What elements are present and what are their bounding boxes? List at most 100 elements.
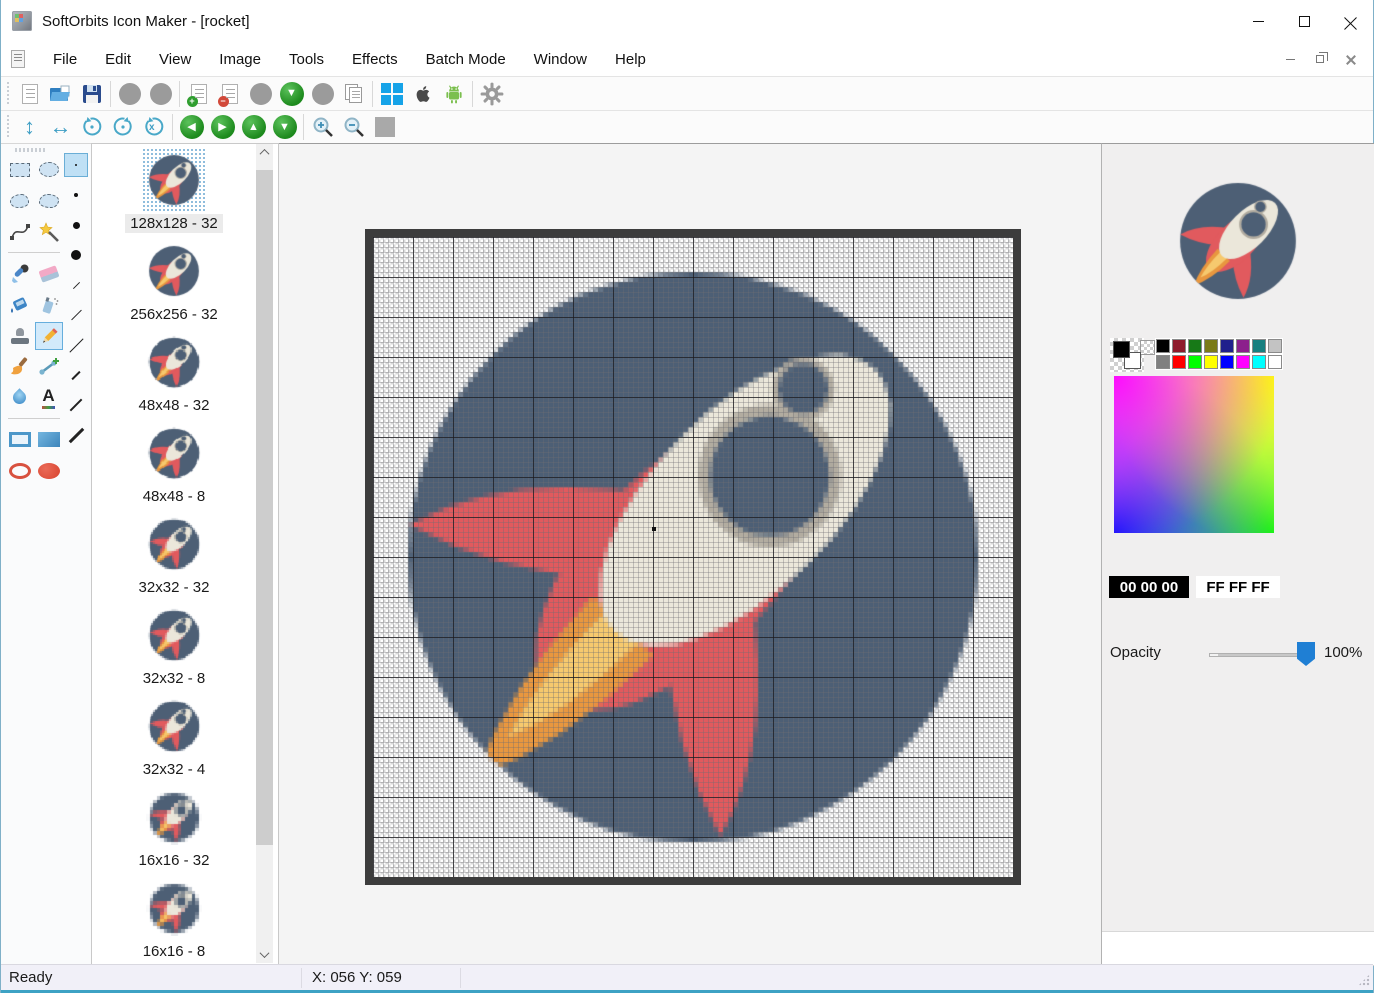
menu-effects[interactable]: Effects xyxy=(338,45,412,74)
color-swatch-7b7b17[interactable] xyxy=(1203,338,1219,354)
color-swatch-8e1b2c[interactable] xyxy=(1171,338,1187,354)
pencil-tool[interactable] xyxy=(34,320,63,351)
palette-grip[interactable] xyxy=(15,148,45,152)
mdi-minimize-button[interactable] xyxy=(1275,47,1305,71)
rotate-angle-button[interactable]: x xyxy=(138,112,169,142)
icon-thumbnail[interactable] xyxy=(142,603,206,667)
size-item-128x128-32[interactable]: 128x128 - 32 xyxy=(92,148,256,233)
icon-thumbnail[interactable] xyxy=(142,785,206,849)
menu-help[interactable]: Help xyxy=(601,45,660,74)
open-button[interactable] xyxy=(45,79,76,109)
icon-thumbnail[interactable] xyxy=(142,421,206,485)
windows-format-button[interactable] xyxy=(376,79,407,109)
color-swatch-000000[interactable] xyxy=(1155,338,1171,354)
move-tool[interactable] xyxy=(34,351,63,382)
foreground-hex-value[interactable]: 00 00 00 xyxy=(1109,576,1189,598)
ellipse-select-tool[interactable] xyxy=(34,154,63,185)
background-hex-value[interactable]: FF FF FF xyxy=(1196,576,1280,598)
menu-edit[interactable]: Edit xyxy=(91,45,145,74)
shift-left-button[interactable]: ◀ xyxy=(176,112,207,142)
export-button[interactable]: ▼ xyxy=(276,79,307,109)
color-swatch-0000ff[interactable] xyxy=(1219,354,1235,370)
line-width-3[interactable] xyxy=(63,330,89,360)
zoom-in-button[interactable] xyxy=(307,112,338,142)
color-swatch-ffffff[interactable] xyxy=(1267,354,1283,370)
resize-grip[interactable] xyxy=(1358,974,1370,986)
foreground-color-swatch[interactable] xyxy=(1113,341,1130,358)
filled-rectangle-tool[interactable] xyxy=(34,424,63,455)
ellipse-tool[interactable] xyxy=(5,455,34,486)
size-item-256x256-32[interactable]: 256x256 - 32 xyxy=(92,239,256,324)
foreground-background-selector[interactable] xyxy=(1110,338,1144,372)
filled-ellipse-tool[interactable] xyxy=(34,455,63,486)
shift-right-button[interactable]: ▶ xyxy=(207,112,238,142)
color-swatch-178080[interactable] xyxy=(1251,338,1267,354)
resize-width-button[interactable]: ↔ xyxy=(45,112,76,142)
line-width-5[interactable] xyxy=(63,390,89,420)
color-swatch-8c208c[interactable] xyxy=(1235,338,1251,354)
icon-thumbnail[interactable] xyxy=(142,148,206,212)
size-item-48x48-32[interactable]: 48x48 - 32 xyxy=(92,330,256,415)
color-swatch-ffff00[interactable] xyxy=(1203,354,1219,370)
brush-size-4[interactable] xyxy=(63,240,89,270)
opacity-slider-track[interactable] xyxy=(1209,653,1299,657)
brush-tool[interactable] xyxy=(5,351,34,382)
grid-toggle-button[interactable] xyxy=(369,112,400,142)
color-picker-tool[interactable] xyxy=(5,258,34,289)
line-width-1[interactable] xyxy=(63,270,89,300)
color-swatch-177917[interactable] xyxy=(1187,338,1203,354)
line-width-6[interactable] xyxy=(63,420,89,450)
shift-up-button[interactable]: ▲ xyxy=(238,112,269,142)
apple-format-button[interactable] xyxy=(407,79,438,109)
menu-batch-mode[interactable]: Batch Mode xyxy=(412,45,520,74)
brush-size-1[interactable] xyxy=(63,150,89,180)
settings-button[interactable] xyxy=(476,79,507,109)
shift-down-button[interactable]: ▼ xyxy=(269,112,300,142)
toolbar-grip[interactable] xyxy=(6,115,11,139)
menu-file[interactable]: File xyxy=(39,45,91,74)
blur-tool[interactable] xyxy=(5,382,34,413)
icon-thumbnail[interactable] xyxy=(142,694,206,758)
size-item-16x16-32[interactable]: 16x16 - 32 xyxy=(92,785,256,870)
menu-view[interactable]: View xyxy=(145,45,205,74)
mdi-close-button[interactable] xyxy=(1335,47,1365,71)
icon-thumbnail[interactable] xyxy=(142,239,206,303)
remove-size-button[interactable]: − xyxy=(214,79,245,109)
toolbar-grip[interactable] xyxy=(6,82,11,106)
size-item-32x32-32[interactable]: 32x32 - 32 xyxy=(92,512,256,597)
eraser-tool[interactable] xyxy=(34,258,63,289)
icon-thumbnail[interactable] xyxy=(142,876,206,940)
color-swatch-00ff00[interactable] xyxy=(1187,354,1203,370)
text-tool[interactable]: A xyxy=(34,382,63,413)
color-swatch-ff0000[interactable] xyxy=(1171,354,1187,370)
line-width-4[interactable] xyxy=(63,360,89,390)
brush-size-3[interactable] xyxy=(63,210,89,240)
android-format-button[interactable] xyxy=(438,79,469,109)
brush-size-2[interactable] xyxy=(63,180,89,210)
duplicate-button[interactable] xyxy=(338,79,369,109)
gradient-color-picker[interactable] xyxy=(1114,376,1274,533)
size-item-32x32-8[interactable]: 32x32 - 8 xyxy=(92,603,256,688)
scroll-up-button[interactable] xyxy=(256,144,273,161)
document-icon[interactable] xyxy=(11,50,25,68)
resize-height-button[interactable]: ↕ xyxy=(14,112,45,142)
list-scrollbar[interactable] xyxy=(256,144,273,963)
rotate-ccw-button[interactable] xyxy=(76,112,107,142)
menu-window[interactable]: Window xyxy=(520,45,601,74)
minimize-button[interactable] xyxy=(1235,0,1281,42)
color-swatch-20208c[interactable] xyxy=(1219,338,1235,354)
magic-wand-tool[interactable] xyxy=(34,216,63,247)
color-swatch-ff00ff[interactable] xyxy=(1235,354,1251,370)
rectangle-tool[interactable] xyxy=(5,424,34,455)
rect-select-tool[interactable] xyxy=(5,154,34,185)
scrollbar-thumb[interactable] xyxy=(256,170,273,845)
size-item-16x16-8[interactable]: 16x16 - 8 xyxy=(92,876,256,961)
icon-thumbnail[interactable] xyxy=(142,330,206,394)
transparent-color-swatch[interactable] xyxy=(1140,340,1155,355)
scroll-down-button[interactable] xyxy=(256,946,273,963)
icon-thumbnail[interactable] xyxy=(142,512,206,576)
opacity-slider-thumb[interactable] xyxy=(1297,642,1315,666)
menu-tools[interactable]: Tools xyxy=(275,45,338,74)
close-button[interactable] xyxy=(1327,0,1373,42)
lasso-select-tool[interactable] xyxy=(5,185,34,216)
